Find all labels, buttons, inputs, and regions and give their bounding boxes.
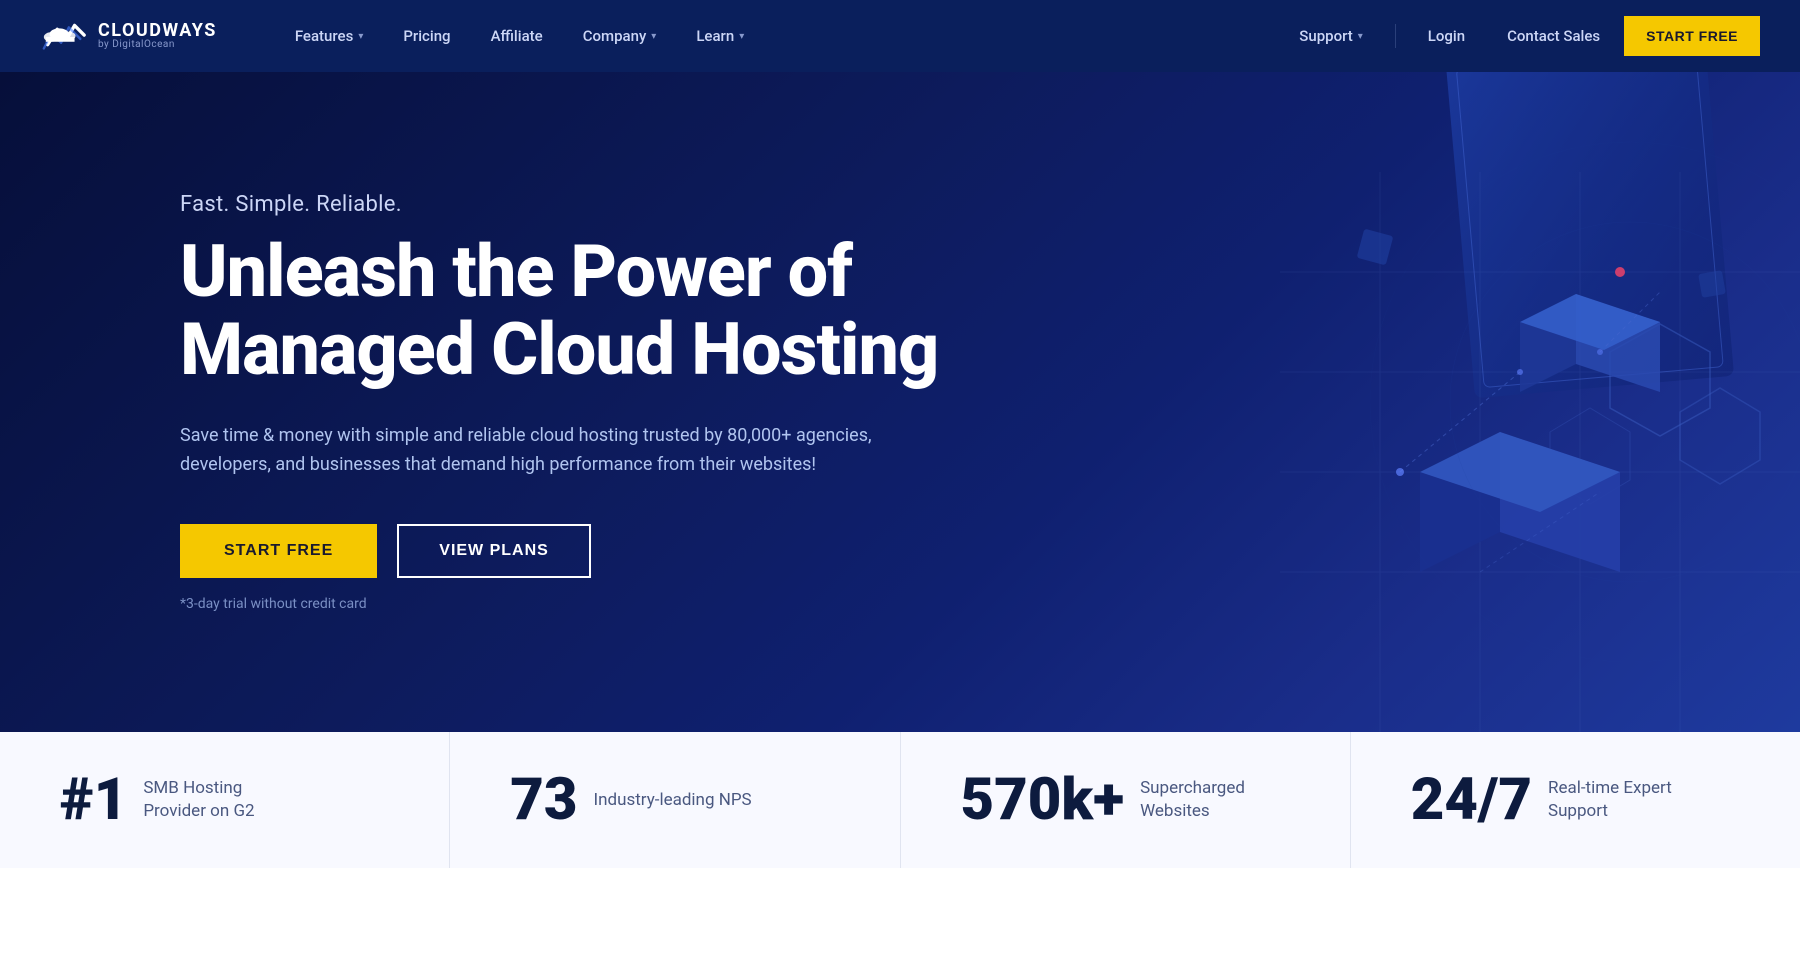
nav-contact-sales[interactable]: Contact Sales	[1489, 19, 1618, 53]
stat-item-rank: #1 SMB Hosting Provider on G2	[0, 732, 450, 868]
stat-label-support: Real-time Expert Support	[1548, 777, 1708, 823]
hero-disclaimer: *3-day trial without credit card	[180, 596, 1040, 612]
nav-features[interactable]: Features ▾	[277, 19, 382, 53]
stat-item-nps: 73 Industry-leading NPS	[450, 732, 900, 868]
stat-number-websites: 570k+	[961, 771, 1125, 829]
nav-start-free-button[interactable]: START FREE	[1624, 16, 1760, 56]
stat-number-support: 24/7	[1411, 771, 1532, 829]
stats-bar: #1 SMB Hosting Provider on G2 73 Industr…	[0, 732, 1800, 868]
stat-label-rank: SMB Hosting Provider on G2	[143, 777, 303, 823]
nav-company[interactable]: Company ▾	[565, 19, 675, 53]
company-chevron-icon: ▾	[651, 31, 656, 42]
nav-links: Features ▾ Pricing Affiliate Company ▾ L…	[277, 19, 1281, 53]
nav-affiliate[interactable]: Affiliate	[473, 19, 561, 53]
hero-buttons: START FREE VIEW PLANS	[180, 524, 1040, 578]
nav-learn[interactable]: Learn ▾	[678, 19, 762, 53]
hero-view-plans-button[interactable]: VIEW PLANS	[397, 524, 591, 578]
hero-tagline: Fast. Simple. Reliable.	[180, 192, 1040, 217]
stat-label-websites: Supercharged Websites	[1140, 777, 1290, 823]
logo-icon	[40, 17, 88, 55]
logo-link[interactable]: CLOUDWAYS by DigitalOcean	[40, 17, 217, 55]
nav-pricing[interactable]: Pricing	[385, 19, 468, 53]
navbar: CLOUDWAYS by DigitalOcean Features ▾ Pri…	[0, 0, 1800, 72]
hero-description: Save time & money with simple and reliab…	[180, 421, 940, 480]
logo-text: CLOUDWAYS by DigitalOcean	[98, 22, 217, 50]
nav-support[interactable]: Support ▾	[1281, 19, 1381, 53]
hero-start-free-button[interactable]: START FREE	[180, 524, 377, 578]
nav-right: Support ▾ Login Contact Sales START FREE	[1281, 16, 1760, 56]
stat-item-websites: 570k+ Supercharged Websites	[901, 732, 1351, 868]
features-chevron-icon: ▾	[358, 31, 363, 42]
hero-title: Unleash the Power of Managed Cloud Hosti…	[180, 233, 1040, 389]
learn-chevron-icon: ▾	[739, 31, 744, 42]
nav-divider	[1395, 24, 1396, 48]
support-chevron-icon: ▾	[1358, 31, 1363, 42]
stat-label-nps: Industry-leading NPS	[593, 789, 751, 812]
nav-login[interactable]: Login	[1410, 19, 1483, 53]
hero-decoration	[980, 72, 1800, 732]
stat-number-nps: 73	[510, 771, 577, 829]
stat-number-rank: #1	[60, 771, 127, 829]
hero-section: Fast. Simple. Reliable. Unleash the Powe…	[0, 72, 1800, 732]
stat-item-support: 24/7 Real-time Expert Support	[1351, 732, 1800, 868]
hero-content: Fast. Simple. Reliable. Unleash the Powe…	[180, 192, 1040, 612]
